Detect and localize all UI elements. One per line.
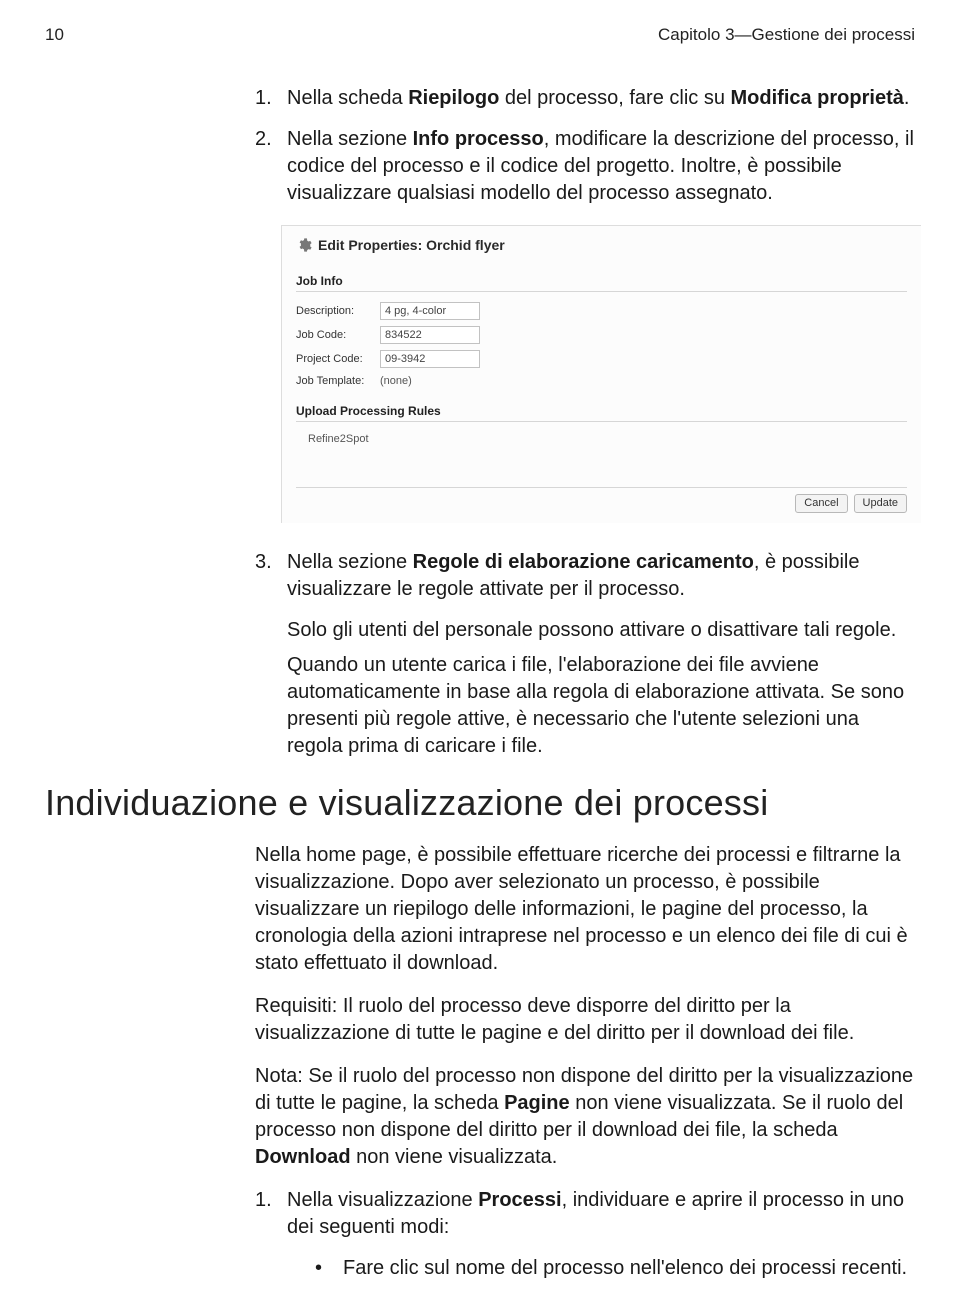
divider — [296, 421, 907, 422]
upload-rules-label: Upload Processing Rules — [296, 403, 907, 419]
requirements-text: : Il ruolo del processo deve disporre de… — [255, 995, 854, 1044]
page-header: 10 Capitolo 3—Gestione dei processi — [45, 25, 915, 45]
projectcode-input[interactable]: 09-3942 — [380, 350, 480, 368]
description-label: Description: — [296, 304, 380, 319]
jobtemplate-row: Job Template: (none) — [296, 374, 907, 389]
step-1-text-d: Modifica proprietà — [731, 87, 904, 109]
screenshot-title-row: Edit Properties: Orchid flyer — [296, 236, 907, 255]
step-3-text-a: Nella sezione — [287, 551, 413, 573]
note-text-e: non viene visualizzata. — [351, 1146, 558, 1168]
projectcode-row: Project Code: 09-3942 — [296, 350, 907, 368]
step-1-text-a: Nella scheda — [287, 87, 408, 109]
step-3-number: 3. — [255, 549, 272, 576]
note-text-d: Download — [255, 1146, 351, 1168]
screenshot-title: Edit Properties: Orchid flyer — [318, 236, 505, 255]
note-text-b: Pagine — [504, 1092, 570, 1114]
step-b1-text-a: Nella visualizzazione — [287, 1189, 478, 1211]
page-number: 10 — [45, 25, 64, 45]
projectcode-label: Project Code: — [296, 352, 380, 367]
step-3-text-b: Regole di elaborazione caricamento — [413, 551, 754, 573]
section-heading: Individuazione e visualizzazione dei pro… — [45, 782, 915, 824]
intro-paragraph: Nella home page, è possibile effettuare … — [255, 842, 915, 977]
jobcode-label: Job Code: — [296, 328, 380, 343]
note-label: Nota: — [255, 1065, 303, 1087]
jobtemplate-label: Job Template: — [296, 374, 380, 389]
update-button[interactable]: Update — [854, 494, 907, 513]
description-input[interactable]: 4 pg, 4-color — [380, 302, 480, 320]
jobcode-row: Job Code: 834522 — [296, 326, 907, 344]
embedded-screenshot: Edit Properties: Orchid flyer Job Info D… — [281, 225, 921, 523]
gear-icon — [296, 237, 312, 253]
step-1-text-b: Riepilogo — [408, 87, 499, 109]
step-3-sub1: Solo gli utenti del personale possono at… — [287, 617, 915, 644]
step-3: 3. Nella sezione Regole di elaborazione … — [255, 549, 915, 603]
button-bar: Cancel Update — [296, 487, 907, 513]
step-2: 2. Nella sezione Info processo, modifica… — [255, 126, 915, 523]
step-1-number: 1. — [255, 85, 272, 112]
step-2-number: 2. — [255, 126, 272, 153]
job-info-label: Job Info — [296, 273, 907, 289]
note-paragraph: Nota: Se il ruolo del processo non dispo… — [255, 1063, 915, 1171]
chapter-title: Capitolo 3—Gestione dei processi — [658, 25, 915, 45]
step-1: 1. Nella scheda Riepilogo del processo, … — [255, 85, 915, 112]
requirements-paragraph: Requisiti: Il ruolo del processo deve di… — [255, 993, 915, 1047]
jobcode-input[interactable]: 834522 — [380, 326, 480, 344]
step-1-text-e: . — [904, 87, 910, 109]
step-2-text-b: Info processo — [413, 128, 544, 150]
step-b1-text-b: Processi — [478, 1189, 561, 1211]
jobtemplate-value: (none) — [380, 374, 412, 389]
divider — [296, 291, 907, 292]
step-b1: 1. Nella visualizzazione Processi, indiv… — [255, 1187, 915, 1241]
requirements-label: Requisiti — [255, 995, 332, 1017]
rule-item: Refine2Spot — [308, 432, 907, 447]
step-3-sub2: Quando un utente carica i file, l'elabor… — [287, 652, 915, 760]
description-row: Description: 4 pg, 4-color — [296, 302, 907, 320]
step-b1-number: 1. — [255, 1187, 272, 1214]
step-2-text-a: Nella sezione — [287, 128, 413, 150]
cancel-button[interactable]: Cancel — [795, 494, 847, 513]
bullet-1: Fare clic sul nome del processo nell'ele… — [315, 1255, 915, 1282]
step-1-text-c: del processo, fare clic su — [499, 87, 730, 109]
